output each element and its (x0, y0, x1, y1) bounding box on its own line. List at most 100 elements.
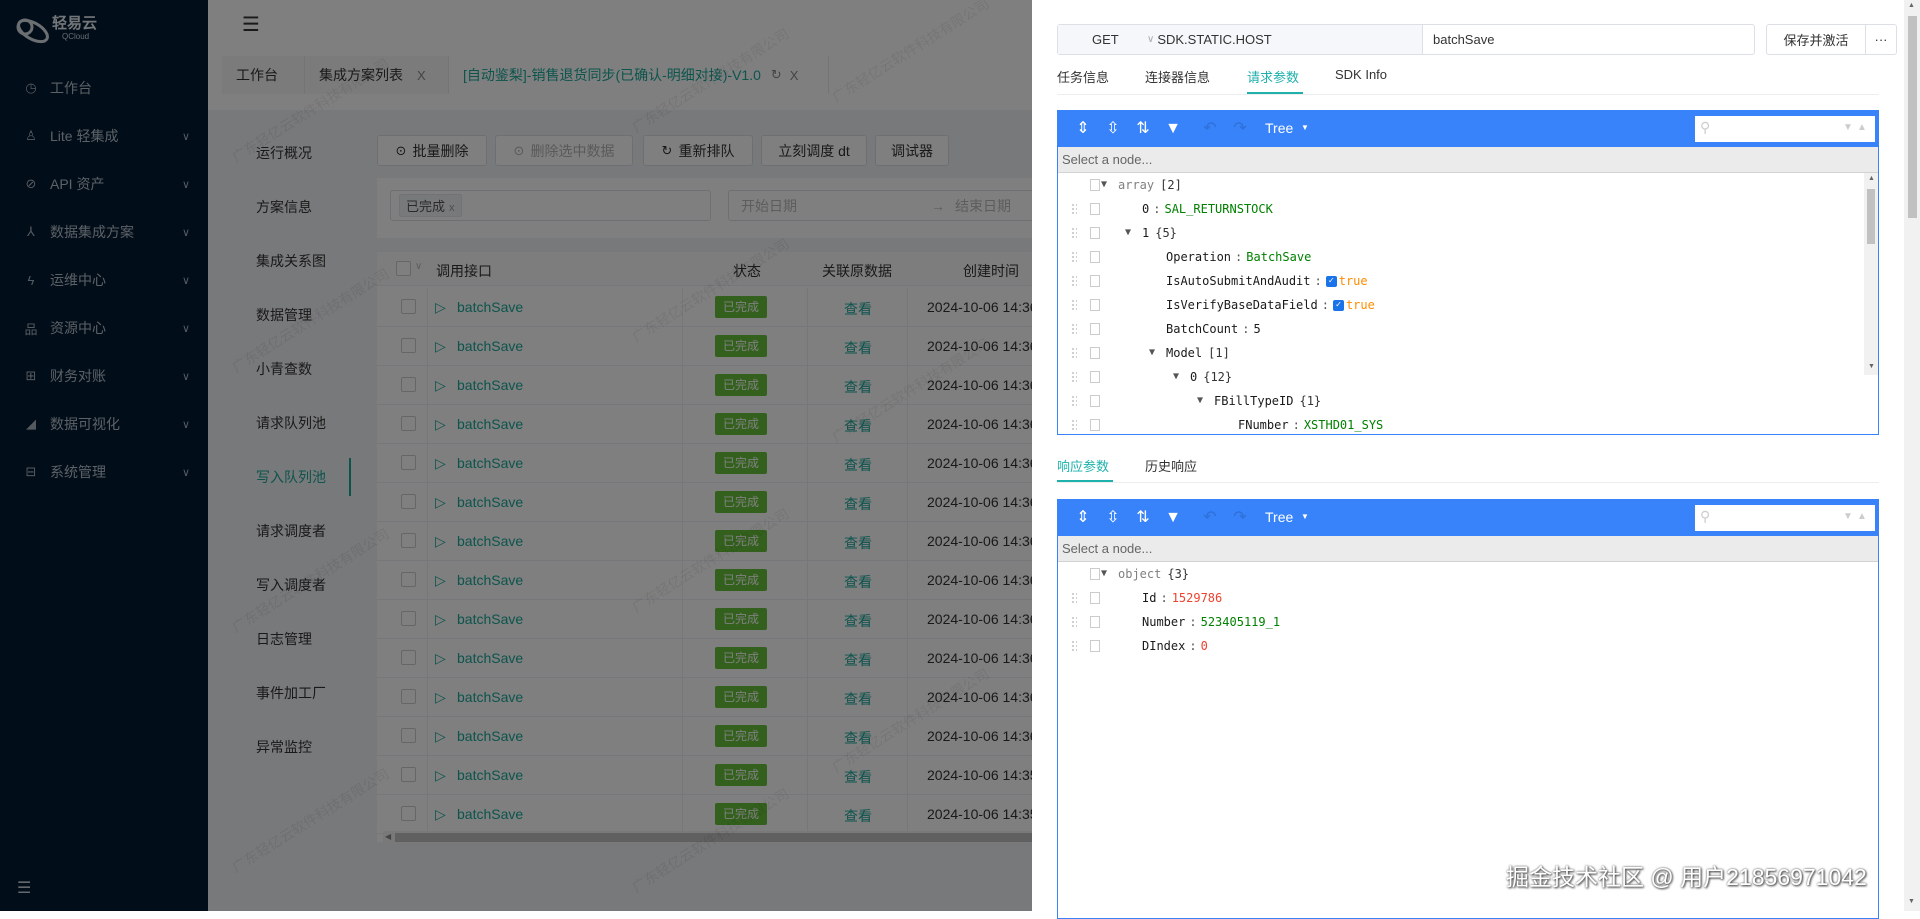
collapse-all-icon[interactable]: ⇳ (1103, 119, 1123, 139)
redo-icon[interactable]: ↷ (1230, 508, 1250, 528)
drag-handle-icon[interactable] (1071, 227, 1077, 239)
drag-handle-icon[interactable] (1071, 299, 1077, 311)
tree-node[interactable]: ▼object{3} (1058, 562, 1858, 586)
node-menu-checkbox[interactable] (1090, 203, 1100, 215)
scroll-up-icon[interactable]: ▲ (1908, 2, 1915, 9)
sort-icon[interactable]: ⇅ (1133, 508, 1153, 528)
node-menu-checkbox[interactable] (1090, 275, 1100, 287)
collapse-all-icon[interactable]: ⇳ (1103, 508, 1123, 528)
tree-search-input[interactable]: ⚲▼▲ (1695, 505, 1875, 531)
node-value[interactable]: true (1346, 298, 1375, 312)
search-next-icon[interactable]: ▼ (1843, 511, 1853, 522)
node-value[interactable]: 1529786 (1172, 591, 1223, 605)
filter-icon[interactable]: ▼ (1163, 508, 1183, 528)
node-value[interactable]: true (1339, 274, 1368, 288)
method-select[interactable]: GET (1092, 32, 1147, 47)
node-menu-checkbox[interactable] (1090, 568, 1100, 580)
node-menu-checkbox[interactable] (1090, 251, 1100, 263)
redo-icon[interactable]: ↷ (1230, 119, 1250, 139)
save-activate-button[interactable]: 保存并激活 (1766, 24, 1866, 55)
tree-node[interactable]: ▼FBillTypeID{1} (1058, 389, 1858, 413)
drag-handle-icon[interactable] (1071, 640, 1077, 652)
tab-history-response[interactable]: 历史响应 (1145, 456, 1197, 475)
expand-arrow-icon[interactable]: ▼ (1173, 365, 1179, 389)
tab-request-params[interactable]: 请求参数 (1247, 67, 1299, 86)
expand-arrow-icon[interactable]: ▼ (1149, 341, 1155, 365)
boolean-checkbox[interactable]: ✓ (1333, 300, 1344, 311)
tree-node[interactable]: Number:523405119_1 (1058, 610, 1858, 634)
expand-all-icon[interactable]: ⇕ (1073, 119, 1093, 139)
tree-node[interactable]: DIndex:0 (1058, 634, 1858, 658)
drag-handle-icon[interactable] (1071, 371, 1077, 383)
drag-handle-icon[interactable] (1071, 251, 1077, 263)
search-prev-icon[interactable]: ▲ (1857, 511, 1867, 522)
node-menu-checkbox[interactable] (1090, 592, 1100, 604)
node-menu-checkbox[interactable] (1090, 640, 1100, 652)
tree-node[interactable]: ▼array[2] (1058, 173, 1858, 197)
drag-handle-icon[interactable] (1071, 203, 1077, 215)
page-scrollbar[interactable]: ▲ ▼ (1904, 0, 1920, 911)
node-value[interactable]: 523405119_1 (1201, 615, 1280, 629)
boolean-checkbox[interactable]: ✓ (1326, 276, 1337, 287)
filter-icon[interactable]: ▼ (1163, 119, 1183, 139)
tree-node[interactable]: 0:SAL_RETURNSTOCK (1058, 197, 1858, 221)
drag-handle-icon[interactable] (1071, 347, 1077, 359)
tree-node[interactable]: ▼Model[1] (1058, 341, 1858, 365)
drag-handle-icon[interactable] (1071, 592, 1077, 604)
search-prev-icon[interactable]: ▲ (1857, 122, 1867, 133)
node-value[interactable]: SAL_RETURNSTOCK (1164, 202, 1272, 216)
expand-arrow-icon[interactable]: ▼ (1197, 389, 1203, 413)
editor-mode-select[interactable]: Tree (1265, 509, 1293, 525)
tree-node[interactable]: ▼0{12} (1058, 365, 1858, 389)
tree-search-input[interactable]: ⚲▼▲ (1695, 116, 1875, 142)
node-value[interactable]: 5 (1253, 322, 1260, 336)
search-next-icon[interactable]: ▼ (1843, 122, 1853, 133)
scroll-down-icon[interactable]: ▼ (1908, 898, 1915, 905)
node-navigation-bar[interactable]: Select a node... (1058, 147, 1878, 173)
node-menu-checkbox[interactable] (1090, 395, 1100, 407)
scroll-down-icon[interactable]: ▼ (1868, 363, 1875, 370)
tab-sdk-info[interactable]: SDK Info (1335, 67, 1387, 82)
more-button[interactable]: ··· (1865, 24, 1897, 55)
tree-node[interactable]: IsAutoSubmitAndAudit:✓true (1058, 269, 1858, 293)
expand-arrow-icon[interactable]: ▼ (1101, 562, 1107, 586)
node-value[interactable]: XSTHD01_SYS (1304, 418, 1383, 432)
expand-all-icon[interactable]: ⇕ (1073, 508, 1093, 528)
tree-node[interactable]: Id:1529786 (1058, 586, 1858, 610)
drag-handle-icon[interactable] (1071, 616, 1077, 628)
tree-node[interactable]: ▼1{5} (1058, 221, 1858, 245)
editor-mode-select[interactable]: Tree (1265, 120, 1293, 136)
editor-scrollbar[interactable]: ▲ ▼ (1864, 173, 1878, 375)
drag-handle-icon[interactable] (1071, 275, 1077, 287)
sort-icon[interactable]: ⇅ (1133, 119, 1153, 139)
node-menu-checkbox[interactable] (1090, 419, 1100, 431)
modal-overlay[interactable] (0, 0, 1032, 911)
api-name-input[interactable]: batchSave (1433, 32, 1494, 47)
tree-node[interactable]: Operation:BatchSave (1058, 245, 1858, 269)
node-value[interactable]: 0 (1201, 639, 1208, 653)
undo-icon[interactable]: ↶ (1200, 119, 1220, 139)
expand-arrow-icon[interactable]: ▼ (1101, 173, 1107, 197)
tree-node[interactable]: FNumber:XSTHD01_SYS (1058, 413, 1858, 435)
node-menu-checkbox[interactable] (1090, 347, 1100, 359)
node-navigation-bar[interactable]: Select a node... (1058, 536, 1878, 562)
scrollbar-thumb[interactable] (1867, 189, 1875, 244)
node-menu-checkbox[interactable] (1090, 616, 1100, 628)
node-value[interactable]: BatchSave (1246, 250, 1311, 264)
node-menu-checkbox[interactable] (1090, 227, 1100, 239)
tab-response-params[interactable]: 响应参数 (1057, 456, 1109, 475)
node-menu-checkbox[interactable] (1090, 371, 1100, 383)
tree-node[interactable]: IsVerifyBaseDataField:✓true (1058, 293, 1858, 317)
tab-task-info[interactable]: 任务信息 (1057, 67, 1109, 86)
scroll-up-icon[interactable]: ▲ (1868, 175, 1875, 182)
expand-arrow-icon[interactable]: ▼ (1125, 221, 1131, 245)
undo-icon[interactable]: ↶ (1200, 508, 1220, 528)
method-host-select[interactable]: GET ∨ SDK.STATIC.HOST (1058, 25, 1423, 54)
drag-handle-icon[interactable] (1071, 395, 1077, 407)
scrollbar-thumb[interactable] (1908, 16, 1917, 218)
node-menu-checkbox[interactable] (1090, 179, 1100, 191)
drag-handle-icon[interactable] (1071, 323, 1077, 335)
node-menu-checkbox[interactable] (1090, 323, 1100, 335)
drag-handle-icon[interactable] (1071, 419, 1077, 431)
tree-node[interactable]: BatchCount:5 (1058, 317, 1858, 341)
